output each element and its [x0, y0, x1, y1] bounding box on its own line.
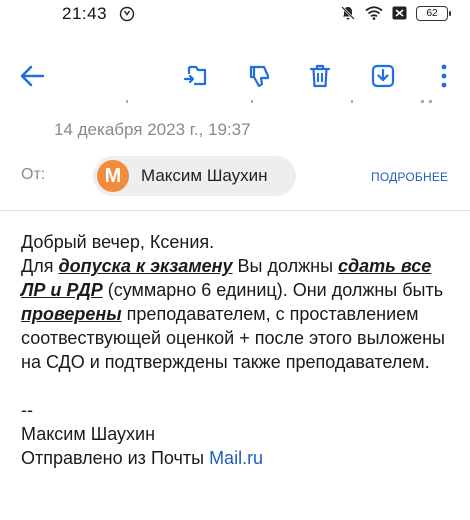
message-body: Добрый вечер, Ксения. Для допуска к экза…: [21, 230, 451, 470]
message-date: 14 декабря 2023 г., 19:37: [54, 120, 251, 139]
highlighted-text: допуска к экзамену: [58, 256, 233, 276]
from-label: От:: [21, 166, 46, 183]
trash-icon: [309, 64, 331, 88]
move-button[interactable]: [178, 58, 214, 94]
alarm-icon: [119, 6, 135, 22]
move-to-folder-icon: [183, 65, 207, 86]
divider: [0, 210, 470, 211]
thumbs-down-icon: [249, 65, 270, 88]
message-paragraph: Для допуска к экзамену Вы должны сдать в…: [21, 254, 451, 374]
save-button[interactable]: [365, 58, 401, 94]
sender-name: Максим Шаухин: [141, 166, 268, 185]
delete-button[interactable]: [302, 58, 338, 94]
scrolled-text-remnant: [126, 100, 432, 103]
signature-name: Максим Шаухин: [21, 424, 156, 444]
status-time: 21:43: [62, 4, 108, 23]
sim-icon: [392, 6, 407, 20]
download-icon: [371, 64, 395, 88]
wifi-icon: [365, 6, 383, 20]
highlighted-text: проверены: [21, 304, 122, 324]
signature-sent-from: Отправлено из Почты Mail.ru: [21, 446, 451, 470]
back-arrow-icon: [20, 65, 45, 87]
avatar: М: [97, 160, 129, 192]
message-toolbar: [0, 58, 470, 94]
greeting: Добрый вечер, Ксения.: [21, 232, 215, 252]
signature-separator: --: [21, 400, 33, 420]
status-bar: 21:43 62: [0, 0, 470, 28]
text-span: Вы должны: [232, 256, 339, 276]
text-span: Отправлено из Почты: [21, 448, 210, 468]
text-span: (суммарно 6 единиц). Они должны быть: [102, 280, 444, 300]
more-vertical-icon: [441, 64, 447, 88]
more-button[interactable]: [426, 58, 462, 94]
spam-button[interactable]: [241, 58, 277, 94]
status-icons: 62: [340, 5, 451, 21]
mailru-link[interactable]: Mail.ru: [209, 448, 263, 468]
back-button[interactable]: [14, 58, 50, 94]
mute-bell-icon: [341, 6, 355, 20]
battery-indicator: 62: [416, 5, 451, 21]
text-span: Для: [21, 256, 59, 276]
details-link[interactable]: ПОДРОБНЕЕ: [371, 170, 448, 184]
sender-chip[interactable]: М Максим Шаухин: [93, 156, 296, 196]
